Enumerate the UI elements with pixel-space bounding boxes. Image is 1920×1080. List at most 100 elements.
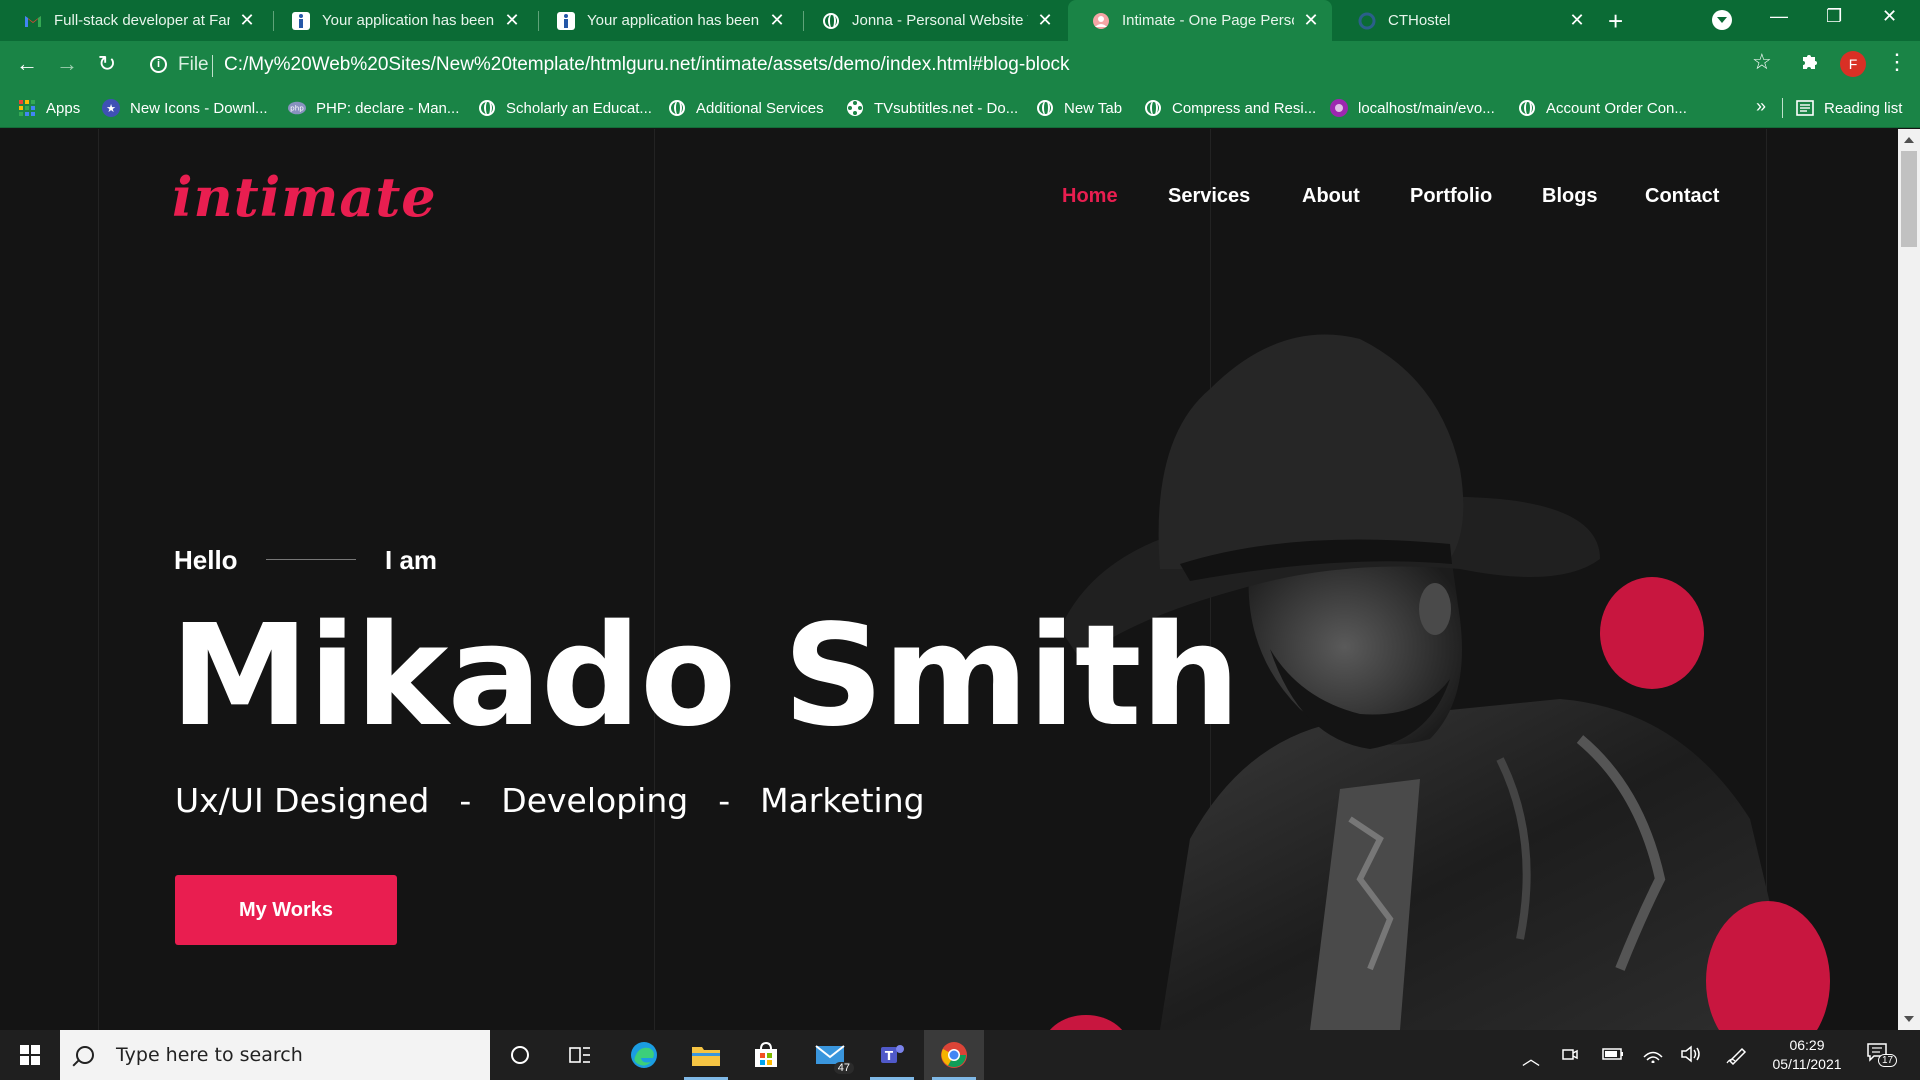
tab-title: Your application has been su [322, 12, 495, 29]
mail-badge: 47 [833, 1062, 854, 1074]
scroll-up-icon[interactable] [1904, 137, 1914, 143]
bookmark-star-icon[interactable]: ☆ [1752, 49, 1772, 75]
close-tab-icon[interactable]: ✕ [503, 10, 521, 31]
taskbar-search[interactable]: Type here to search [60, 1030, 490, 1080]
tab-title: Intimate - One Page Person [1122, 12, 1294, 29]
file-explorer-icon[interactable] [676, 1030, 736, 1080]
minimize-icon[interactable]: — [1770, 6, 1788, 27]
tab-title: Jonna - Personal Website Te [852, 12, 1028, 29]
gmail-icon [24, 12, 42, 30]
search-icon [76, 1046, 94, 1064]
profile-avatar[interactable]: F [1840, 51, 1866, 77]
loading-icon [1358, 12, 1376, 30]
role-item: Ux/UI Designed [175, 781, 430, 820]
hero-roles: Ux/UI Designed - Developing - Marketing [175, 781, 925, 820]
action-center-icon[interactable]: 17 [1866, 1042, 1898, 1068]
scrollbar-thumb[interactable] [1901, 151, 1917, 247]
tab-indeed-1[interactable]: Your application has been su ✕ [268, 0, 533, 41]
tab-intimate-active[interactable]: Intimate - One Page Person ✕ [1068, 0, 1332, 41]
bookmark-label: Compress and Resi... [1172, 99, 1317, 117]
nav-portfolio[interactable]: Portfolio [1410, 185, 1492, 208]
close-tab-icon[interactable]: ✕ [238, 10, 256, 31]
url-text[interactable]: C:/My%20Web%20Sites/New%20template/htmlg… [224, 54, 1070, 76]
bookmark-tvsubtitles[interactable]: TVsubtitles.net - Do... [846, 88, 1018, 128]
globe-icon [1036, 99, 1054, 117]
clock-time: 06:29 [1789, 1037, 1825, 1053]
show-hidden-icons[interactable]: ︿ [1522, 1045, 1540, 1071]
close-tab-icon[interactable]: ✕ [1036, 10, 1054, 31]
bookmark-additional-services[interactable]: Additional Services [668, 88, 824, 128]
role-separator: - [718, 781, 731, 820]
bookmark-label: localhost/main/evo... [1358, 99, 1495, 117]
tab-cthostel[interactable]: CTHostel ✕ [1334, 0, 1598, 41]
bookmark-label: New Tab [1064, 99, 1123, 117]
reload-icon[interactable]: ↻ [94, 51, 120, 77]
battery-icon[interactable] [1602, 1045, 1624, 1066]
nav-about[interactable]: About [1302, 185, 1360, 208]
clock-date: 05/11/2021 [1772, 1056, 1842, 1072]
task-view-icon[interactable] [550, 1030, 610, 1080]
reading-list-label: Reading list [1824, 99, 1903, 117]
chrome-icon[interactable] [924, 1030, 984, 1080]
bookmark-new-icons[interactable]: ★ New Icons - Downl... [102, 88, 268, 128]
close-tab-icon[interactable]: ✕ [1568, 10, 1586, 31]
close-tab-icon[interactable]: ✕ [768, 10, 786, 31]
bookmark-php[interactable]: php PHP: declare - Man... [288, 88, 459, 128]
chrome-menu-icon[interactable]: ⋮ [1886, 49, 1908, 75]
apps-grid-icon [18, 99, 36, 117]
my-works-button[interactable]: My Works [175, 875, 397, 945]
address-bar[interactable]: i File C:/My%20Web%20Sites/New%20templat… [138, 46, 1762, 84]
tab-indeed-2[interactable]: Your application has been su ✕ [533, 0, 798, 41]
close-tab-icon[interactable]: ✕ [1302, 10, 1320, 31]
globe-icon [478, 99, 496, 117]
store-icon[interactable] [736, 1030, 796, 1080]
vertical-scrollbar[interactable] [1898, 129, 1920, 1030]
new-tab-button[interactable]: + [1608, 6, 1623, 37]
mail-icon[interactable]: 47 [800, 1030, 860, 1080]
start-button[interactable] [0, 1030, 60, 1080]
purple-logo-icon [1330, 99, 1348, 117]
close-window-icon[interactable]: ✕ [1882, 6, 1897, 27]
cortana-icon[interactable] [490, 1030, 550, 1080]
php-icon: php [288, 99, 306, 117]
pen-workspace-icon[interactable] [1726, 1045, 1748, 1070]
volume-icon[interactable] [1680, 1045, 1702, 1068]
reading-list-button[interactable]: Reading list [1796, 88, 1902, 128]
back-icon[interactable]: ← [14, 51, 40, 77]
tab-gmail[interactable]: Full-stack developer at Farm ✕ [0, 0, 268, 41]
url-scheme: File [178, 54, 209, 75]
bookmark-account-order[interactable]: Account Order Con... [1518, 88, 1687, 128]
nav-services[interactable]: Services [1168, 185, 1250, 208]
hero-name: Mikado Smith [170, 595, 1240, 758]
nav-home[interactable]: Home [1062, 185, 1118, 208]
wifi-icon[interactable] [1642, 1045, 1664, 1068]
edge-icon[interactable] [614, 1030, 674, 1080]
bookmark-label: Apps [46, 99, 81, 117]
search-placeholder: Type here to search [116, 1044, 303, 1066]
tab-title: CTHostel [1388, 12, 1451, 29]
tab-search-icon[interactable] [1712, 10, 1732, 30]
meet-now-icon[interactable] [1562, 1045, 1578, 1068]
bookmark-compress[interactable]: Compress and Resi... [1144, 88, 1316, 128]
bookmark-apps[interactable]: Apps [18, 88, 80, 128]
scroll-down-icon[interactable] [1904, 1016, 1914, 1022]
nav-blogs[interactable]: Blogs [1542, 185, 1598, 208]
teams-icon[interactable]: T [862, 1030, 922, 1080]
notification-count: 17 [1878, 1054, 1898, 1067]
more-bookmarks-button[interactable]: » [1756, 96, 1766, 117]
site-logo[interactable]: intimate [172, 165, 437, 229]
forward-icon[interactable]: → [54, 51, 80, 77]
restore-icon[interactable]: ❐ [1826, 6, 1842, 27]
taskbar-clock[interactable]: 06:29 05/11/2021 [1770, 1036, 1844, 1074]
globe-icon [822, 12, 840, 30]
bookmark-label: PHP: declare - Man... [316, 99, 460, 117]
site-icon [1092, 12, 1110, 30]
bookmark-scholarly[interactable]: Scholarly an Educat... [478, 88, 652, 128]
bookmark-localhost[interactable]: localhost/main/evo... [1330, 88, 1495, 128]
site-info-icon[interactable]: i [150, 56, 167, 73]
film-reel-icon [846, 99, 864, 117]
tab-jonna[interactable]: Jonna - Personal Website Te ✕ [798, 0, 1066, 41]
extensions-icon[interactable] [1800, 51, 1820, 77]
bookmark-new-tab[interactable]: New Tab [1036, 88, 1122, 128]
nav-contact[interactable]: Contact [1645, 185, 1719, 208]
